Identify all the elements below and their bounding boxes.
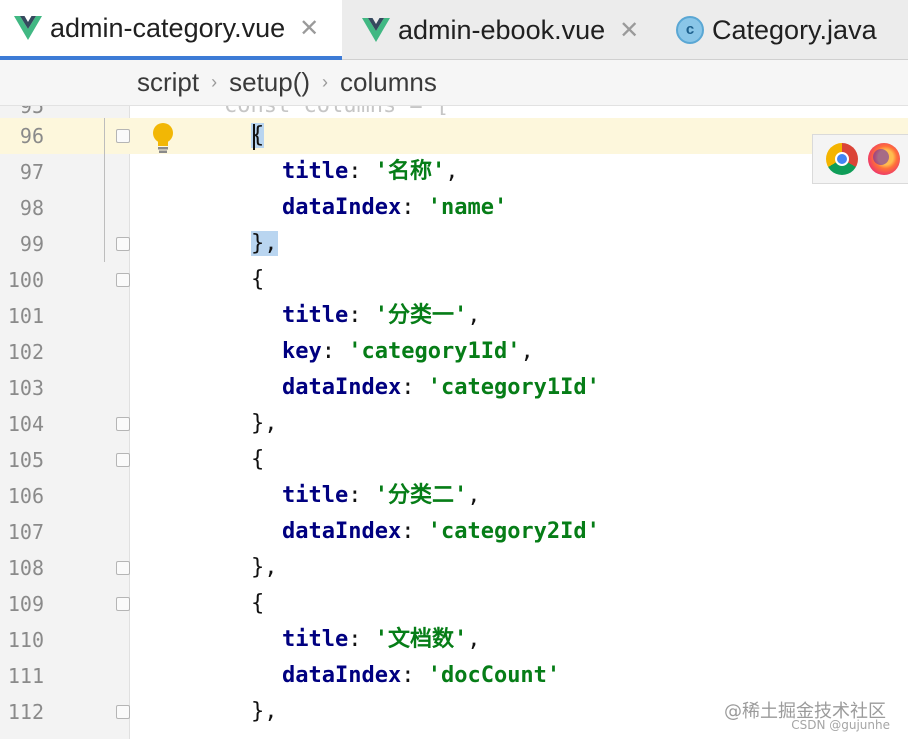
text-cursor xyxy=(253,124,255,150)
tab-label: admin-ebook.vue xyxy=(398,14,606,45)
property-key: dataIndex xyxy=(282,195,402,220)
firefox-icon[interactable] xyxy=(868,143,900,175)
java-class-icon: c xyxy=(676,16,704,44)
code-line: 105 { xyxy=(0,442,908,478)
code-line: 100 { xyxy=(0,262,908,298)
string-value: '文档数' xyxy=(374,627,468,652)
lightbulb-icon[interactable] xyxy=(150,122,176,154)
vue-icon xyxy=(362,18,390,42)
line-number: 104 xyxy=(7,412,44,436)
code-line: 107 dataIndex: 'category2Id' xyxy=(0,514,908,550)
code-line: 109 { xyxy=(0,586,908,622)
tab-category-java[interactable]: c Category.java xyxy=(664,0,908,60)
string-value: 'category1Id' xyxy=(427,375,600,400)
tab-label: Category.java xyxy=(712,14,877,45)
indent-guide xyxy=(104,118,105,262)
string-value: 'docCount' xyxy=(427,663,561,688)
code-line: 111 dataIndex: 'docCount' xyxy=(0,658,908,694)
watermark-sub: CSDN @gujunhe xyxy=(791,718,890,732)
line-number: 111 xyxy=(7,664,44,688)
property-key: title xyxy=(282,627,349,652)
brace: { xyxy=(251,267,265,292)
fold-marker-icon[interactable] xyxy=(116,705,130,719)
chrome-icon[interactable] xyxy=(826,143,858,175)
close-icon[interactable]: ✕ xyxy=(299,14,319,43)
breadcrumb-item-columns[interactable]: columns xyxy=(340,67,437,98)
fold-marker-icon[interactable] xyxy=(116,561,130,575)
code-line-current: 96 { xyxy=(0,118,908,154)
code-line: 102 key: 'category1Id', xyxy=(0,334,908,370)
line-number: 109 xyxy=(7,592,44,616)
string-value: 'name' xyxy=(427,195,508,220)
line-number: 97 xyxy=(19,160,44,184)
code-line: 108 }, xyxy=(0,550,908,586)
code-line: 97 title: '名称', xyxy=(0,154,908,190)
brace: { xyxy=(251,447,265,472)
string-value: 'category2Id' xyxy=(427,519,600,544)
class-letter: c xyxy=(676,16,704,44)
code-line: 104 }, xyxy=(0,406,908,442)
string-value: 'category1Id' xyxy=(348,339,521,364)
property-key: dataIndex xyxy=(282,663,402,688)
line-number: 102 xyxy=(7,340,44,364)
fold-marker-icon[interactable] xyxy=(116,453,130,467)
property-key: title xyxy=(282,303,349,328)
property-key: title xyxy=(282,483,349,508)
brace: { xyxy=(251,591,265,616)
fold-marker-icon[interactable] xyxy=(116,597,130,611)
brace: }, xyxy=(251,555,278,580)
code-line: 110 title: '文档数', xyxy=(0,622,908,658)
property-key: dataIndex xyxy=(282,375,402,400)
fold-marker-icon[interactable] xyxy=(116,237,130,251)
line-number: 110 xyxy=(7,628,44,652)
line-number: 103 xyxy=(7,376,44,400)
string-value: '分类一' xyxy=(374,303,468,328)
tab-admin-ebook-vue[interactable]: admin-ebook.vue ✕ xyxy=(348,0,666,60)
property-key: key xyxy=(282,339,322,364)
breadcrumb-item-script[interactable]: script xyxy=(137,67,199,98)
line-number: 100 xyxy=(7,268,44,292)
line-number: 112 xyxy=(7,700,44,724)
code-editor[interactable]: 95 const columns = [ 96 { 97 title: '名称'… xyxy=(0,106,908,739)
brace: }, xyxy=(251,411,278,436)
line-number: 108 xyxy=(7,556,44,580)
string-value: '名称' xyxy=(374,159,446,184)
close-icon[interactable]: ✕ xyxy=(619,16,639,45)
tab-label: admin-category.vue xyxy=(50,12,286,43)
code-line: 98 dataIndex: 'name' xyxy=(0,190,908,226)
line-number: 105 xyxy=(7,448,44,472)
code-line: 101 title: '分类一', xyxy=(0,298,908,334)
tab-admin-category-vue[interactable]: admin-category.vue ✕ xyxy=(0,0,342,60)
code-line: 103 dataIndex: 'category1Id' xyxy=(0,370,908,406)
line-number: 106 xyxy=(7,484,44,508)
line-number: 99 xyxy=(19,232,44,256)
code-line: 106 title: '分类二', xyxy=(0,478,908,514)
code-line: 99 }, xyxy=(0,226,908,262)
property-key: title xyxy=(282,159,349,184)
brace: }, xyxy=(251,231,278,256)
chevron-right-icon: › xyxy=(211,72,218,92)
line-number: 96 xyxy=(19,124,44,148)
string-value: '分类二' xyxy=(374,483,468,508)
fold-marker-icon[interactable] xyxy=(116,129,130,143)
breadcrumb-item-setup[interactable]: setup() xyxy=(229,67,310,98)
vue-icon xyxy=(14,16,42,40)
property-key: dataIndex xyxy=(282,519,402,544)
breadcrumb: script › setup() › columns xyxy=(0,60,908,106)
line-number: 107 xyxy=(7,520,44,544)
editor-tab-bar: admin-category.vue ✕ admin-ebook.vue ✕ c… xyxy=(0,0,908,60)
chevron-right-icon: › xyxy=(322,72,329,92)
line-number: 98 xyxy=(19,196,44,220)
fold-marker-icon[interactable] xyxy=(116,417,130,431)
open-in-browser-popup xyxy=(812,134,908,184)
fold-marker-icon[interactable] xyxy=(116,273,130,287)
line-number: 101 xyxy=(7,304,44,328)
brace: }, xyxy=(251,699,278,724)
